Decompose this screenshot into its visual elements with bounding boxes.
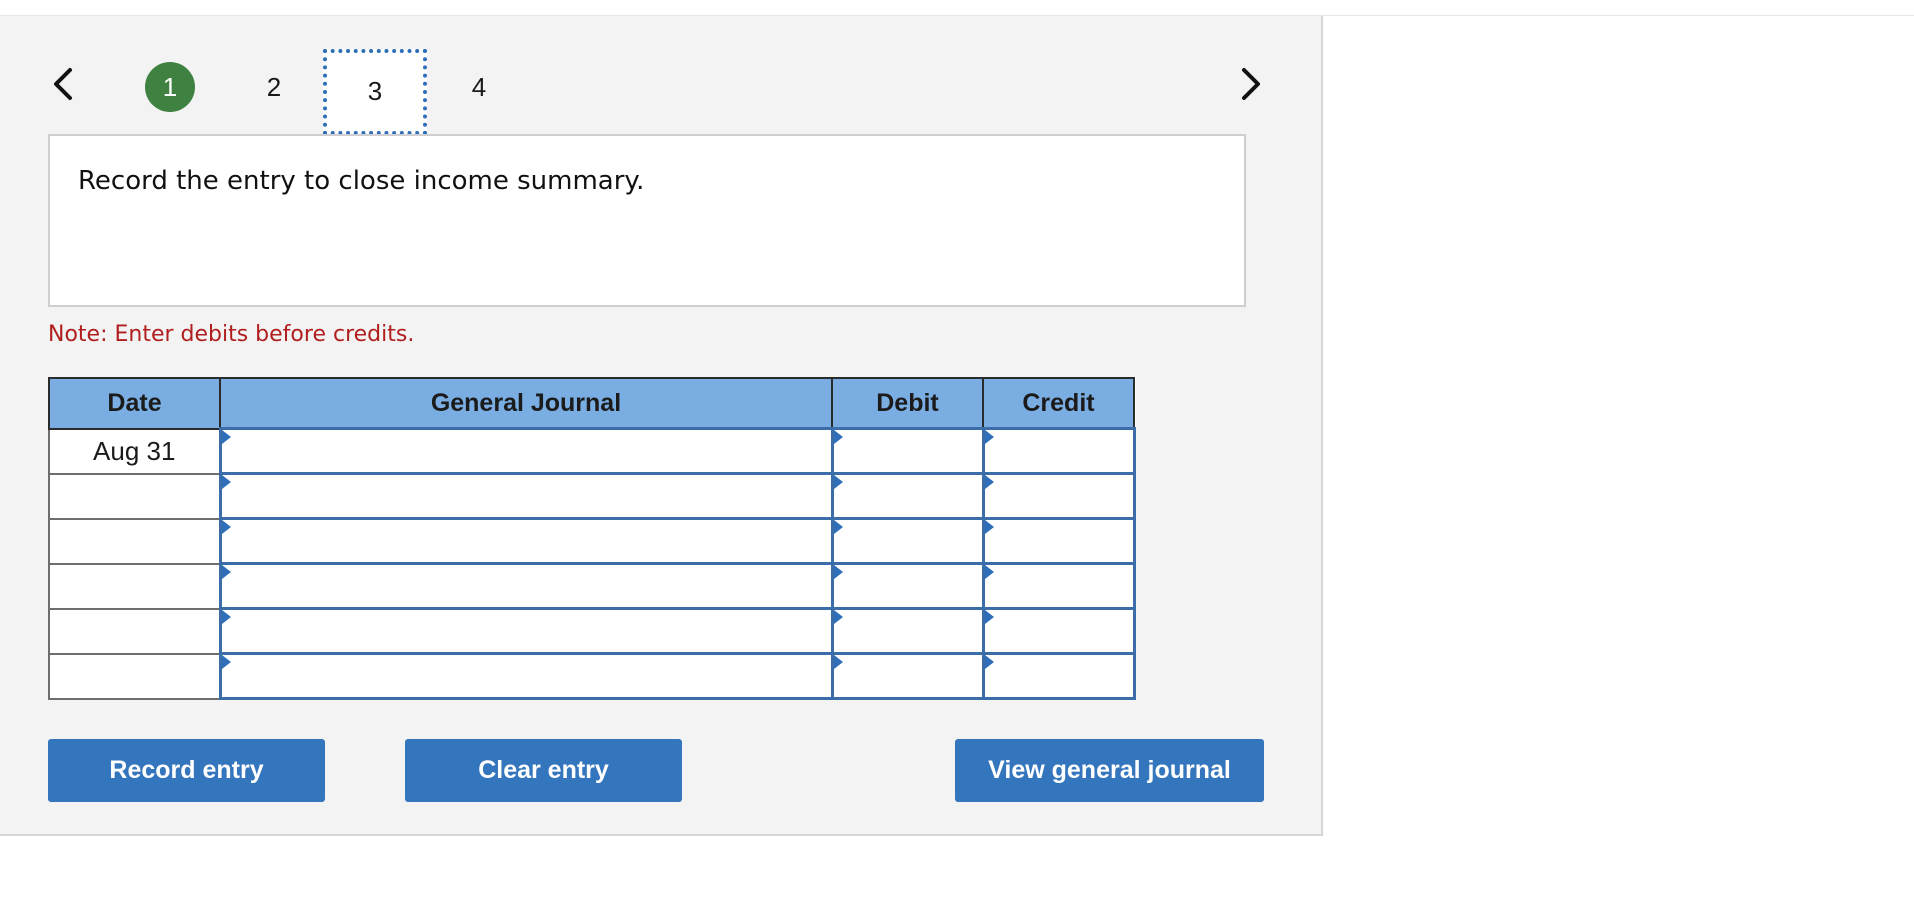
chevron-left-icon (54, 68, 72, 100)
debit-input[interactable] (833, 475, 982, 517)
record-entry-button[interactable]: Record entry (48, 739, 325, 802)
table-row: Aug 31 (48, 427, 1136, 475)
step-4[interactable]: 4 (454, 62, 504, 112)
prompt-text: Record the entry to close income summary… (78, 166, 645, 196)
account-cell (218, 517, 834, 565)
account-cell (218, 652, 834, 700)
credit-input[interactable] (984, 430, 1133, 472)
step-1[interactable]: 1 (145, 62, 195, 112)
note-text: Note: Enter debits before credits. (48, 322, 415, 347)
debit-cell (830, 427, 985, 475)
credit-header: Credit (982, 377, 1135, 430)
account-input[interactable] (221, 475, 831, 517)
credit-input[interactable] (984, 610, 1133, 652)
debit-cell (830, 607, 985, 655)
general-journal-header: General Journal (219, 377, 833, 430)
table-row (48, 562, 1136, 610)
credit-cell (981, 652, 1136, 700)
debit-cell (830, 562, 985, 610)
account-input[interactable] (221, 430, 831, 472)
account-input[interactable] (221, 565, 831, 607)
step-2[interactable]: 2 (249, 62, 299, 112)
account-cell (218, 562, 834, 610)
table-row (48, 517, 1136, 565)
debit-cell (830, 652, 985, 700)
credit-cell (981, 517, 1136, 565)
debit-input[interactable] (833, 610, 982, 652)
prompt-box: Record the entry to close income summary… (48, 134, 1246, 307)
chevron-right-icon (1242, 68, 1260, 100)
credit-cell (981, 562, 1136, 610)
table-row (48, 607, 1136, 655)
date-cell: Aug 31 (48, 427, 221, 475)
step-3[interactable]: 3 (323, 49, 427, 135)
credit-input[interactable] (984, 655, 1133, 697)
debit-cell (830, 517, 985, 565)
debit-cell (830, 472, 985, 520)
account-cell (218, 472, 834, 520)
debit-input[interactable] (833, 430, 982, 472)
table-row (48, 652, 1136, 700)
account-input[interactable] (221, 610, 831, 652)
account-cell (218, 427, 834, 475)
debit-input[interactable] (833, 565, 982, 607)
credit-input[interactable] (984, 520, 1133, 562)
date-cell (48, 472, 221, 520)
journal-table: Date General Journal Debit Credit Aug 31 (48, 377, 1136, 700)
date-cell (48, 562, 221, 610)
credit-cell (981, 427, 1136, 475)
journal-header-row: Date General Journal Debit Credit (48, 377, 1135, 430)
credit-input[interactable] (984, 565, 1133, 607)
question-panel: 1 2 3 4 Record the entry to close income… (0, 16, 1323, 836)
prev-arrow-button[interactable] (46, 64, 82, 104)
credit-cell (981, 472, 1136, 520)
account-input[interactable] (221, 655, 831, 697)
account-input[interactable] (221, 520, 831, 562)
date-header: Date (48, 377, 221, 430)
debit-header: Debit (831, 377, 984, 430)
debit-input[interactable] (833, 655, 982, 697)
table-row (48, 472, 1136, 520)
clear-entry-button[interactable]: Clear entry (405, 739, 682, 802)
credit-input[interactable] (984, 475, 1133, 517)
credit-cell (981, 607, 1136, 655)
debit-input[interactable] (833, 520, 982, 562)
date-cell (48, 652, 221, 700)
next-arrow-button[interactable] (1232, 64, 1268, 104)
account-cell (218, 607, 834, 655)
date-cell (48, 607, 221, 655)
date-cell (48, 517, 221, 565)
view-general-journal-button[interactable]: View general journal (955, 739, 1264, 802)
